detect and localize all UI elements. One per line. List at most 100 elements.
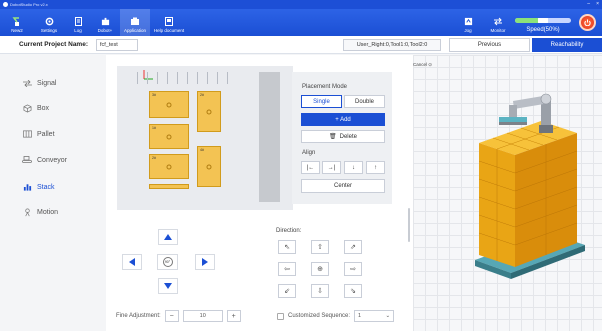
toolbar-jog[interactable]: Jog (455, 9, 481, 36)
direction-left-button[interactable]: ⇦ (278, 262, 296, 276)
align-title: Align (302, 150, 316, 156)
align-bottom-icon: ↓ (352, 164, 355, 171)
minimize-button[interactable]: – (587, 1, 590, 7)
align-right-icon: →| (327, 164, 336, 171)
speed-label: Speed(50%) (526, 27, 560, 33)
fine-decrease-button[interactable]: − (164, 310, 179, 322)
triangle-up-icon (164, 234, 172, 240)
project-name-label: Current Project Name: (19, 41, 88, 48)
fine-increase-button[interactable]: + (226, 310, 241, 322)
align-left-button[interactable]: |← (301, 161, 320, 174)
center-button[interactable]: Center (301, 179, 385, 193)
stack-box[interactable]: 2# (149, 154, 189, 179)
toolbar-dobot-plus[interactable]: Dobot+ (90, 9, 120, 36)
move-right-button[interactable] (195, 254, 215, 270)
move-left-button[interactable] (122, 254, 142, 270)
cancel-view-button[interactable]: Cancel ⊙ (413, 62, 432, 68)
project-name-field[interactable]: fcf_test (96, 38, 138, 51)
speed-slider-knob[interactable] (538, 18, 548, 23)
conveyor-icon (22, 155, 32, 165)
stack-icon (22, 182, 32, 192)
direction-right-button[interactable]: ⇨ (344, 262, 362, 276)
arrow-up-right-icon: ⇗ (350, 244, 356, 251)
customized-sequence-select[interactable]: 1 ⌄ (354, 310, 395, 322)
direction-up-left-button[interactable]: ⇖ (278, 240, 296, 254)
arrow-up-left-icon: ⇖ (284, 244, 290, 251)
stack-box[interactable]: 2# (197, 91, 221, 132)
align-top-button[interactable]: ↑ (366, 161, 385, 174)
speed-control[interactable]: Speed(50%) (515, 18, 571, 36)
toolbar-application[interactable]: Application (120, 9, 150, 36)
sidebar: Signal Box Pallet Conveyor Stack Motion (0, 55, 105, 331)
stack-box[interactable]: 4# (197, 146, 221, 187)
gear-icon (43, 16, 55, 26)
customized-sequence-checkbox[interactable] (277, 312, 284, 320)
direction-up-button[interactable]: ⇧ (311, 240, 329, 254)
arrow-up-icon: ⇧ (317, 244, 323, 251)
arrow-down-icon: ⇩ (317, 288, 323, 295)
puzzle-icon (99, 16, 111, 26)
direction-center-button[interactable]: ⊕ (311, 262, 329, 276)
triangle-down-icon (164, 283, 172, 289)
sidebar-item-conveyor[interactable]: Conveyor (22, 155, 67, 165)
toolbar-monitor[interactable]: Monitor (481, 9, 515, 36)
speed-slider[interactable] (515, 18, 571, 23)
add-button[interactable]: + Add (301, 113, 385, 126)
user-tool-field[interactable]: User_Right:0,Tool1:0,Tool2:0 (343, 39, 441, 51)
canvas-gridlines (137, 72, 242, 84)
emergency-stop-button[interactable] (579, 14, 596, 31)
double-mode-button[interactable]: Double (344, 95, 385, 108)
motion-icon (22, 207, 32, 217)
box-icon (22, 103, 32, 113)
fine-adjustment-label: Fine Adjustment: (116, 313, 161, 319)
delete-button[interactable]: 🗑 Delete (301, 130, 385, 143)
box-center-icon: ⊕ (317, 266, 323, 273)
direction-up-right-button[interactable]: ⇗ (344, 240, 362, 254)
arrow-left-icon: ⇦ (284, 266, 290, 273)
rotate-button[interactable]: 90° (157, 254, 178, 270)
title-bar: DobotStudio Pro v2.x – × (0, 0, 602, 9)
sidebar-item-box[interactable]: Box (22, 103, 49, 113)
chevron-down-icon: ⌄ (385, 313, 391, 319)
sidebar-item-motion[interactable]: Motion (22, 207, 58, 217)
power-icon (584, 19, 591, 26)
3d-view[interactable] (413, 55, 602, 331)
stack-box[interactable]: 5# (149, 184, 189, 189)
direction-down-left-button[interactable]: ⇙ (278, 284, 296, 298)
arrow-right-icon: ⇨ (350, 266, 356, 273)
align-bottom-button[interactable]: ↓ (344, 161, 363, 174)
single-mode-button[interactable]: Single (301, 95, 342, 108)
signal-icon (22, 78, 32, 88)
sidebar-item-stack[interactable]: Stack (22, 182, 55, 192)
app-logo-icon (3, 2, 8, 7)
pallet-robot-scene (475, 93, 585, 279)
previous-button[interactable]: Previous (449, 38, 530, 52)
stack-box[interactable]: 3# (149, 91, 189, 118)
toolbar-log[interactable]: Log (66, 9, 90, 36)
move-down-button[interactable] (158, 278, 178, 294)
move-up-button[interactable] (158, 229, 178, 245)
toolbar-new2[interactable]: New2 (2, 9, 32, 36)
doc-icon (163, 16, 175, 26)
stack-box[interactable]: 1# (149, 124, 189, 149)
align-top-icon: ↑ (374, 164, 377, 171)
sidebar-item-pallet[interactable]: Pallet (22, 129, 55, 139)
rotate-icon: 90° (162, 257, 173, 267)
close-button[interactable]: × (596, 1, 599, 7)
sidebar-item-signal[interactable]: Signal (22, 78, 56, 88)
direction-down-button[interactable]: ⇩ (311, 284, 329, 298)
toolbar-help-document[interactable]: Help document (150, 9, 188, 36)
robot-icon (11, 16, 23, 26)
direction-title: Direction: (276, 228, 302, 234)
fine-adjustment-input[interactable]: 10 (182, 310, 223, 322)
triangle-right-icon (202, 258, 208, 266)
direction-down-right-button[interactable]: ⇘ (344, 284, 362, 298)
toolbar-settings[interactable]: Settings (32, 9, 66, 36)
conveyor-side (259, 72, 280, 202)
reachability-button[interactable]: Reachability (532, 38, 602, 52)
panel-scrollbar[interactable] (408, 208, 410, 242)
align-left-icon: |← (306, 164, 315, 171)
align-right-button[interactable]: →| (322, 161, 341, 174)
swap-arrows-icon (492, 16, 504, 26)
pallet-icon (22, 129, 32, 139)
